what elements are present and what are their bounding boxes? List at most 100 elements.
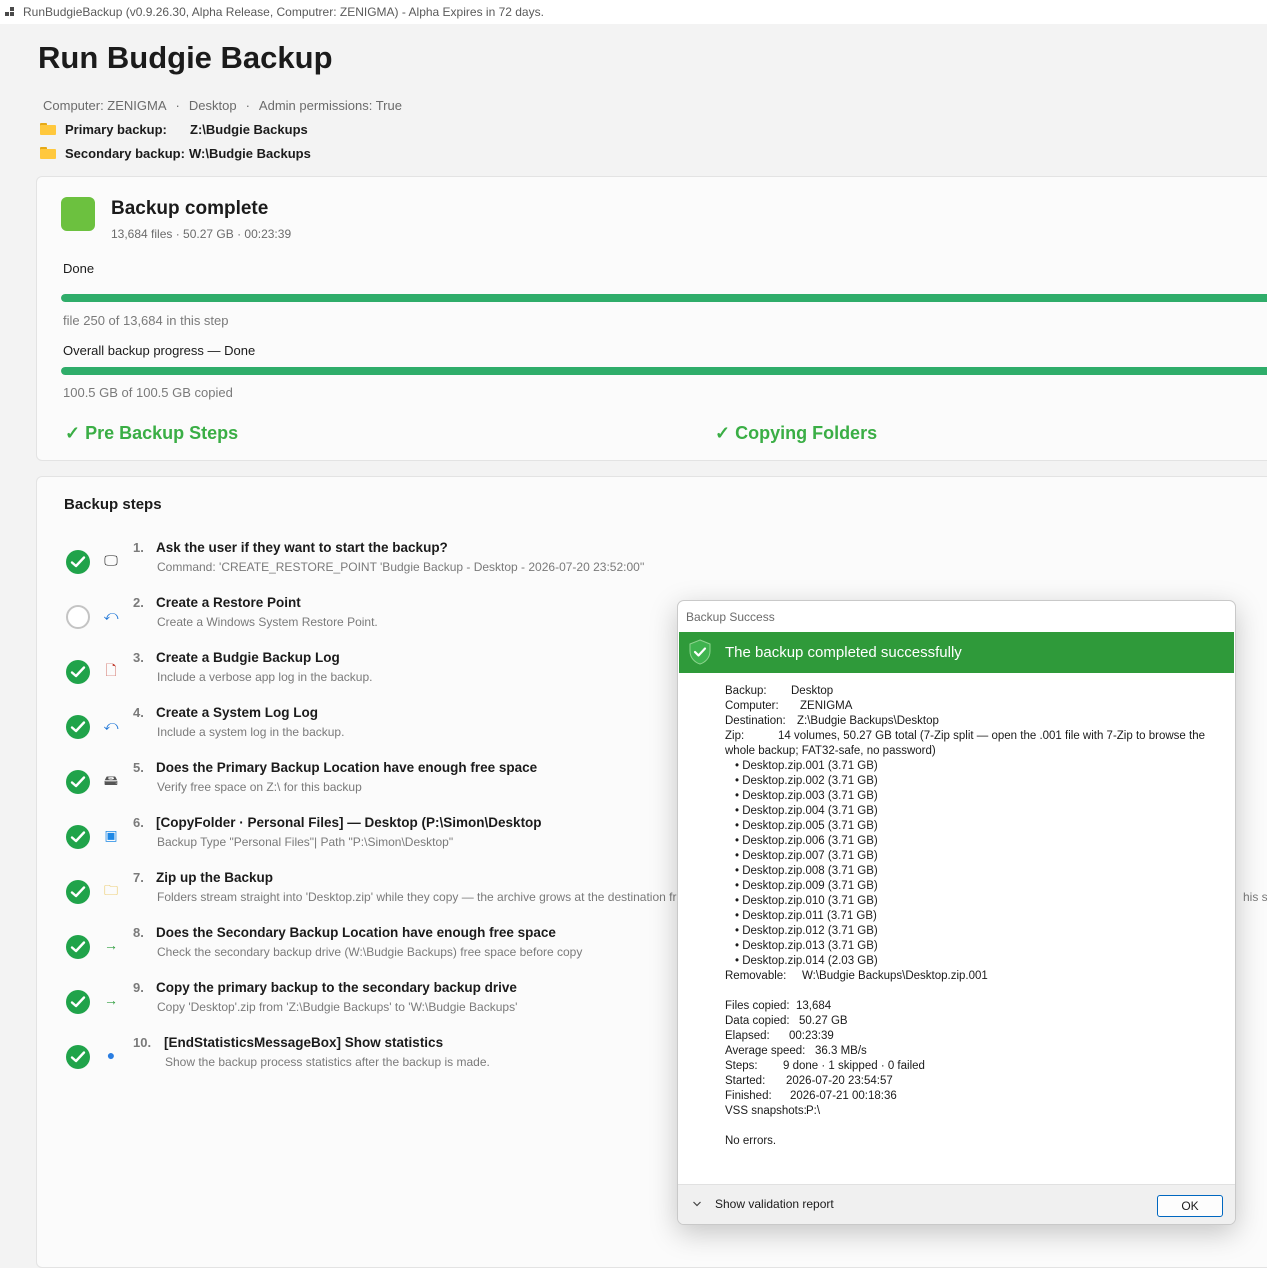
dialog-title: Backup Success [686, 610, 775, 624]
detail-computer: Computer: ZENIGMA [725, 699, 1225, 714]
dialog-details: Backup: Desktop Computer: ZENIGMA Destinat… [725, 684, 1225, 1149]
detail-value: 2026-07-20 23:54:57 [786, 1075, 893, 1087]
step-number: 1. [133, 540, 144, 555]
detail-label: Destination: [725, 715, 786, 727]
step-description: Show the backup process statistics after… [165, 1055, 490, 1069]
zip-volume-item: • Desktop.zip.005 (3.71 GB) [735, 820, 878, 832]
backup-step-row: 🖵 1. Ask the user if they want to start th… [37, 539, 1267, 589]
folder-icon [40, 123, 56, 135]
detail-label: Computer: [725, 700, 779, 712]
detail-value: 13,684 [796, 1000, 832, 1012]
step-name: [EndStatisticsMessageBox] Show statistic… [164, 1035, 444, 1050]
zip-volume-item: • Desktop.zip.010 (3.71 GB) [735, 895, 878, 907]
detail-value: ZENIGMA [800, 700, 853, 712]
detail-label: VSS snapshots: [725, 1105, 807, 1117]
step-done-check-icon [66, 880, 90, 904]
zip-volume-item: • Desktop.zip.011 (3.71 GB) [735, 910, 877, 922]
detail-value: Z:\Budgie Backups\Desktop [797, 715, 939, 727]
zip-volume-item: • Desktop.zip.009 (3.71 GB) [735, 880, 878, 892]
step-progress-caption: file 250 of 13,684 in this step [63, 313, 229, 328]
secondary-backup-label: Secondary backup: [65, 146, 185, 161]
zip-volume-item: • Desktop.zip.006 (3.71 GB) [735, 835, 878, 847]
step-description: Copy 'Desktop'.zip from 'Z:\Budgie Backu… [157, 1000, 518, 1014]
profile-name: Desktop [188, 98, 237, 113]
zip-volume-item: • Desktop.zip.014 (2.03 GB) [735, 955, 878, 967]
detail-label: Elapsed: [725, 1030, 770, 1042]
step-number: 2. [133, 595, 144, 610]
step-number: 9. [133, 980, 144, 995]
detail-label: Data copied: [725, 1015, 790, 1027]
step-done-check-icon [66, 770, 90, 794]
step-number: 10. [133, 1035, 152, 1050]
folder-icon [40, 147, 56, 159]
detail-finished: Finished: 2026-07-21 00:18:36 [725, 1089, 1225, 1104]
step-description: Backup Type "Personal Files"| Path "P:\S… [157, 835, 454, 849]
detail-errors: No errors. [725, 1135, 777, 1147]
zip-volume-item: • Desktop.zip.002 (3.71 GB) [735, 775, 878, 787]
detail-label: Files copied: [725, 1000, 790, 1012]
zip-volume-item: • Desktop.zip.012 (3.71 GB) [735, 925, 878, 937]
step-description: Include a system log in the backup. [157, 725, 345, 739]
detail-value: 14 volumes, 50.27 GB total (7-Zip split … [725, 730, 1205, 757]
detail-destination: Destination: Z:\Budgie Backups\Desktop [725, 714, 1225, 729]
overall-progress-label: Overall backup progress — Done [63, 343, 256, 358]
step-status-label: Done [63, 261, 95, 276]
detail-label: Average speed: [725, 1045, 806, 1057]
step-description: Verify free space on Z:\ for this backup [157, 780, 362, 794]
detail-started: Started: 2026-07-20 23:54:57 [725, 1074, 1225, 1089]
phase-pre-backup: ✓ Pre Backup Steps [65, 423, 239, 443]
show-validation-report-toggle[interactable]: Show validation report [715, 1197, 834, 1211]
success-banner: The backup completed successfully [679, 632, 1234, 673]
step-done-check-icon [66, 1045, 90, 1069]
overall-progress-caption: 100.5 GB of 100.5 GB copied [63, 385, 233, 400]
step-done-check-icon [66, 550, 90, 574]
detail-value: 50.27 GB [799, 1015, 848, 1027]
detail-value: 9 done · 1 skipped · 0 failed [783, 1060, 925, 1072]
undo-icon: ⤺ [103, 717, 119, 733]
detail-value: 00:23:39 [789, 1030, 834, 1042]
step-name: Create a Budgie Backup Log [156, 650, 340, 665]
monitor-icon: 🖵 [104, 552, 118, 568]
phase-copying-folders: ✓ Copying Folders [715, 423, 878, 443]
step-done-check-icon [66, 990, 90, 1014]
zip-volume-item: • Desktop.zip.013 (3.71 GB) [735, 940, 878, 952]
step-name: Create a Restore Point [156, 595, 301, 610]
log-file-icon: 🗋 [105, 662, 117, 678]
zip-folder-icon: 🗀 [104, 882, 118, 898]
meta-separator: · [245, 98, 250, 113]
zip-volume-list: • Desktop.zip.001 (3.71 GB) • Desktop.zip… [725, 759, 1225, 969]
step-done-check-icon [66, 715, 90, 739]
ok-button[interactable]: OK [1157, 1195, 1223, 1217]
step-name: Ask the user if they want to start the b… [156, 540, 448, 555]
backup-success-dialog: Backup Success The backup completed succ… [677, 600, 1236, 1225]
meta-separator: · [175, 98, 180, 113]
page-title: Run Budgie Backup [38, 40, 333, 75]
step-name: Does the Primary Backup Location have en… [156, 760, 538, 775]
zip-volume-item: • Desktop.zip.001 (3.71 GB) [735, 760, 878, 772]
primary-backup-path: Z:\Budgie Backups [190, 122, 308, 137]
detail-label: Zip: [725, 730, 745, 742]
status-indicator [61, 197, 95, 231]
dialog-footer: Show validation report OK [678, 1184, 1235, 1224]
step-skipped-circle-icon [66, 605, 90, 629]
overall-progress-fill [61, 367, 1267, 375]
undo-icon: ⤺ [103, 607, 119, 623]
detail-label: Steps: [725, 1060, 758, 1072]
window-titlebar: RunBudgieBackup (v0.9.26.30, Alpha Relea… [0, 0, 1267, 24]
step-name: Zip up the Backup [156, 870, 274, 885]
detail-files-copied: Files copied: 13,684 [725, 999, 1225, 1014]
step-number: 5. [133, 760, 144, 775]
overall-progress-bar [61, 367, 1267, 375]
step-description-tail: his ste [1243, 890, 1267, 904]
detail-label: Backup: [725, 685, 767, 697]
globe-icon: ● [106, 1047, 116, 1063]
step-done-check-icon [66, 825, 90, 849]
step-number: 6. [133, 815, 144, 830]
primary-backup-label: Primary backup: [65, 122, 167, 137]
chevron-down-icon[interactable] [692, 1199, 702, 1209]
detail-backup: Backup: Desktop [725, 684, 1225, 699]
step-number: 8. [133, 925, 144, 940]
detail-average-speed: Average speed: 36.3 MB/s [725, 1044, 1225, 1059]
step-progress-fill [61, 294, 1267, 302]
detail-value: 36.3 MB/s [815, 1045, 867, 1057]
